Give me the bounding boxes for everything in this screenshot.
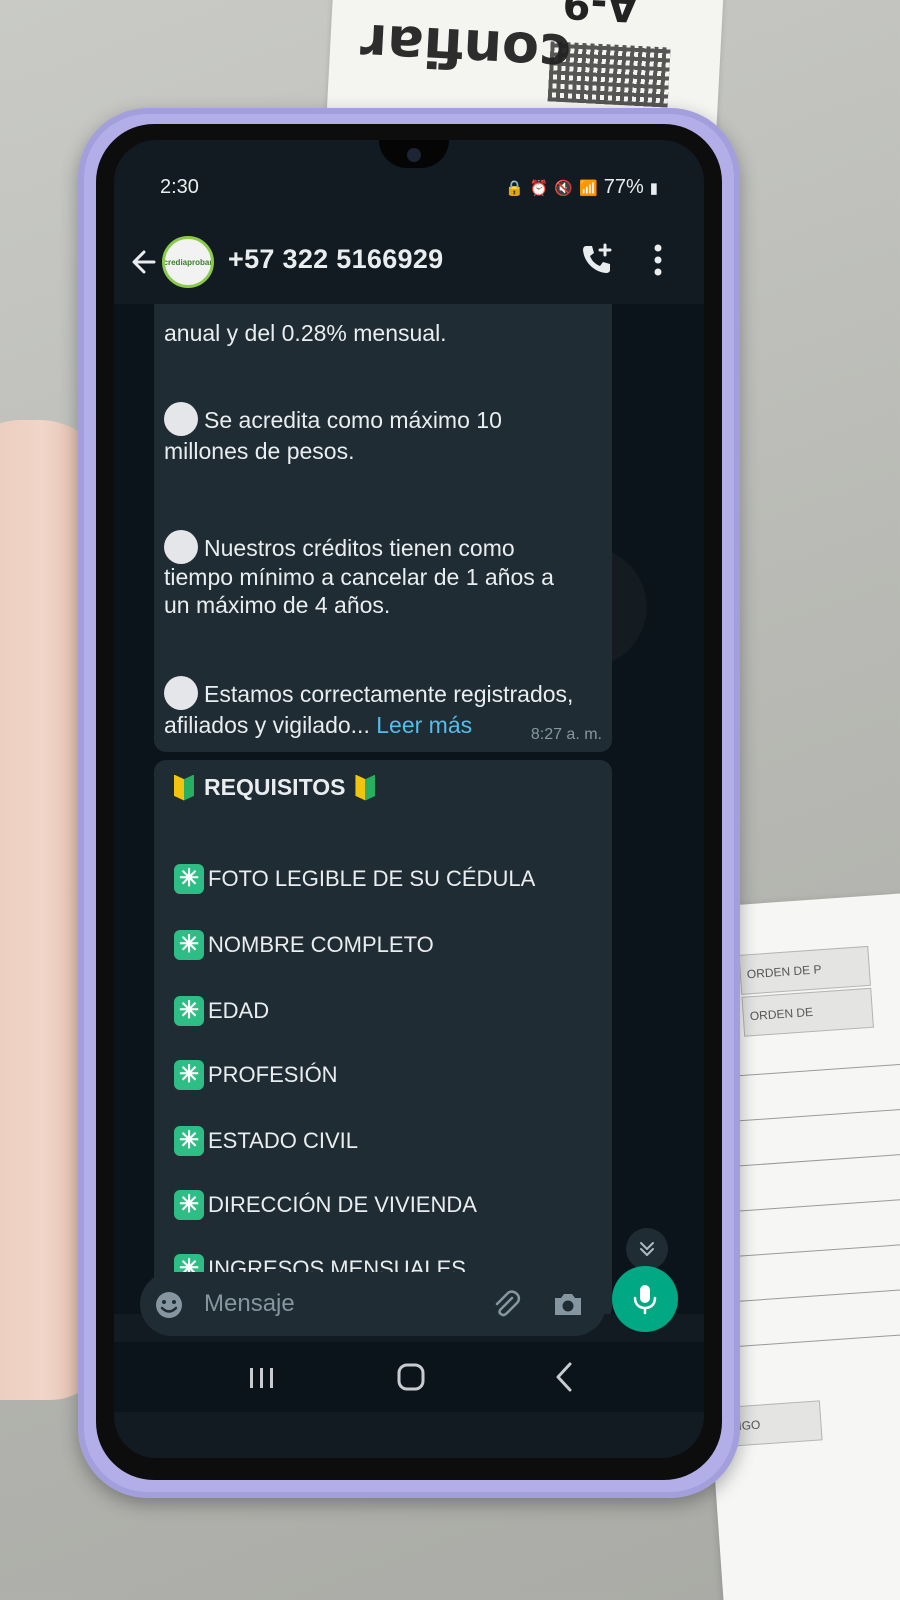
message-line: millones de pesos. [164,438,355,464]
requirement-text: EDAD [208,998,270,1023]
asterisk-icon: ✳ [174,1190,204,1220]
asterisk-icon: ✳ [174,864,204,894]
form-rule [726,1197,900,1213]
form-rule [720,1107,900,1123]
add-call-icon[interactable] [580,242,614,276]
microphone-icon [633,1285,657,1315]
scroll-to-bottom-button[interactable] [626,1228,668,1270]
status-time: 2:30 [160,176,199,198]
message-bubble[interactable]: anual y del 0.28% mensual. Se acredita c… [154,304,612,752]
emoji-icon[interactable] [154,1290,184,1320]
beginner-symbol-icon [174,774,194,801]
white-circle-icon [164,402,198,436]
message-line: Se acredita como máximo 10 [164,402,502,436]
message-line: Nuestros créditos tienen como [164,530,515,564]
requirement-text: ESTADO CIVIL [208,1128,358,1153]
requirement-text: PROFESIÓN [208,1062,338,1087]
message-composer [140,1272,606,1336]
system-back-icon[interactable] [550,1360,578,1394]
asterisk-icon: ✳ [174,996,204,1026]
beginner-symbol-icon [355,774,376,801]
requirement-item: ✳ ESTADO CIVIL [174,1126,358,1156]
lock-icon: 🔒 [504,179,524,197]
requirements-title-text: REQUISITOS [204,774,346,800]
form-rule [729,1242,900,1258]
back-arrow-icon[interactable] [130,244,158,280]
requirement-text: DIRECCIÓN DE VIVIENDA [208,1192,477,1217]
read-more-link[interactable]: Leer más [376,712,472,738]
contact-name[interactable]: +57 322 5166929 [228,244,443,275]
requirement-item: ✳ EDAD [174,996,269,1026]
chat-header: crediaprobar +57 322 5166929 [114,232,704,296]
form-rule [716,1062,900,1078]
message-line-text: Nuestros créditos tienen como [204,535,515,561]
phone-screen: 2:30 🔒 ⏰ 🔇 📶 77% ▮ crediaprobar +57 322 … [114,140,704,1458]
form-label-1: ORDEN DE P [738,945,871,995]
requirements-title: REQUISITOS [174,774,376,801]
camera-icon[interactable] [552,1288,584,1320]
recent-apps-icon[interactable] [242,1364,282,1392]
requirement-item: ✳ FOTO LEGIBLE DE SU CÉDULA [174,864,535,894]
message-line-text: Se acredita como máximo 10 [204,407,502,433]
message-input[interactable] [204,1286,464,1322]
form-rule [732,1287,900,1303]
requirement-item: ✳ DIRECCIÓN DE VIVIENDA [174,1190,477,1220]
mute-icon: 🔇 [554,179,574,197]
message-bubble[interactable]: REQUISITOS ✳ FOTO LEGIBLE DE SU CÉDULA ✳… [154,760,612,1314]
asterisk-icon: ✳ [174,930,204,960]
battery-percent: 77% [603,176,644,198]
contact-avatar[interactable]: crediaprobar [162,236,214,288]
form-rule [735,1332,900,1348]
form-footer-label: IGO [730,1400,823,1447]
alarm-icon: ⏰ [529,179,549,197]
white-circle-icon [164,676,198,710]
message-line: anual y del 0.28% mensual. [164,320,447,346]
white-circle-icon [164,530,198,564]
requirement-item: ✳ PROFESIÓN [174,1060,338,1090]
message-line-text: Estamos correctamente registrados, [204,681,574,707]
receipt-qr-code [547,41,671,108]
chat-area[interactable]: anual y del 0.28% mensual. Se acredita c… [114,304,704,1314]
message-timestamp: 8:27 a. m. [530,726,602,743]
more-options-icon[interactable] [652,242,664,278]
attach-icon[interactable] [490,1288,522,1320]
form-label-2: ORDEN DE [741,987,874,1037]
message-line: un máximo de 4 años. [164,592,391,618]
message-line: afiliados y vigilado... Leer más [164,710,472,740]
message-line: tiempo mínimo a cancelar de 1 años a [164,564,554,590]
requirement-text: NOMBRE COMPLETO [208,932,434,957]
requirement-text: FOTO LEGIBLE DE SU CÉDULA [208,866,536,891]
form-rule [723,1152,900,1168]
battery-icon: ▮ [649,179,658,197]
asterisk-icon: ✳ [174,1126,204,1156]
double-chevron-down-icon [640,1242,654,1256]
status-icons: 🔒 ⏰ 🔇 📶 77% ▮ [505,176,658,199]
system-navigation-bar [114,1342,704,1412]
message-line: Estamos correctamente registrados, [164,676,573,710]
signal-icon: 📶 [579,179,598,197]
requirement-item: ✳ NOMBRE COMPLETO [174,930,434,960]
receipt-ticket-text: A-9 [561,0,640,30]
voice-message-button[interactable] [612,1266,678,1332]
receipt-brand-text: confiar [358,11,573,86]
home-icon[interactable] [396,1362,426,1392]
asterisk-icon: ✳ [174,1060,204,1090]
message-line-text: afiliados y vigilado... [164,712,370,738]
avatar-logo: crediaprobar [163,257,213,267]
